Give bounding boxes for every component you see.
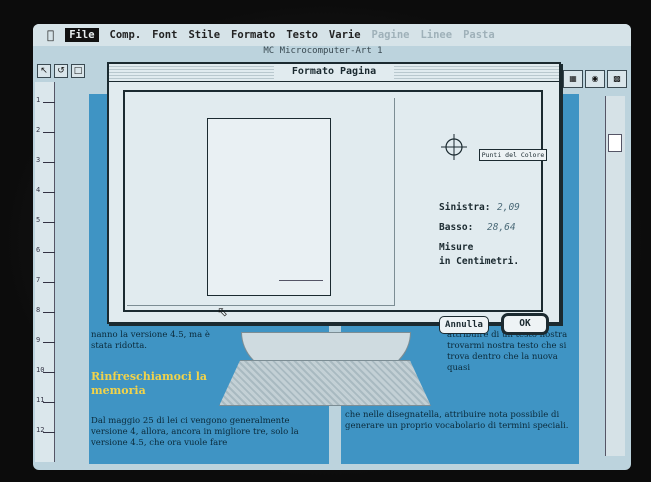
menu-bar:  File Comp. Font Stile Formato Testo Va… xyxy=(33,24,631,46)
page-preview-sheet[interactable] xyxy=(207,118,331,296)
vertical-ruler: 1 2 3 4 5 6 7 8 9 10 11 12 xyxy=(35,82,55,462)
right-column-text-bottom: che nelle disegnatella, attribuire nota … xyxy=(345,410,569,431)
units-label: in Centimetri. xyxy=(439,256,520,267)
illustration-monitor-base xyxy=(219,360,431,406)
mouse-pointer-icon: ⬁ xyxy=(217,305,228,320)
page-tool-icon[interactable]: ▦ xyxy=(563,70,583,88)
menu-pagine: Pagine xyxy=(364,29,410,41)
right-tool-palette: ▦ ◉ ▩ xyxy=(563,70,627,90)
dialog-title: Formato Pagina xyxy=(274,66,394,80)
apple-menu-icon[interactable]:  xyxy=(47,28,54,42)
left-column-text-bottom: Dal maggio 25 di lei ci vengono generalm… xyxy=(91,416,299,448)
page-preview-footer-line xyxy=(279,280,323,281)
basso-value[interactable]: 28,64 xyxy=(487,222,516,233)
document-title: MC Microcomputer-Art 1 xyxy=(263,46,383,56)
formato-pagina-dialog: Formato Pagina ⬁ Punti del Colore Sinist… xyxy=(107,62,561,335)
grid-tool-icon[interactable]: ▩ xyxy=(607,70,627,88)
basso-label: Basso: xyxy=(439,222,474,233)
menu-testo[interactable]: Testo xyxy=(286,29,318,41)
menu-comp[interactable]: Comp. xyxy=(110,29,142,41)
sinistra-label: Sinistra: xyxy=(439,202,491,213)
zero-point-button[interactable]: Punti del Colore xyxy=(479,149,547,161)
zoom-tool-icon[interactable]: ◉ xyxy=(585,70,605,88)
tool-palette: ↖ ↺ □ xyxy=(37,64,101,78)
menu-formato[interactable]: Formato xyxy=(231,29,275,41)
menu-linee: Linee xyxy=(413,29,452,41)
left-column-text-top: nanno la versione 4.5, ma è stata ridott… xyxy=(91,330,210,351)
annulla-button[interactable]: Annulla xyxy=(439,316,489,334)
right-column-text-top: attribuire di un testo nostra trovarmi n… xyxy=(447,330,568,373)
arrow-tool-icon[interactable]: ↖ xyxy=(37,64,51,78)
menu-varie[interactable]: Varie xyxy=(329,29,361,41)
section-heading: Rinfreschiamoci la memoria xyxy=(91,370,208,397)
crosshair-origin-icon[interactable] xyxy=(441,134,467,160)
ok-button[interactable]: OK xyxy=(501,313,549,335)
sinistra-value[interactable]: 2,09 xyxy=(497,202,520,213)
menu-pasta: Pasta xyxy=(455,29,495,41)
misure-label: Misure xyxy=(439,242,474,253)
menu-font[interactable]: Font xyxy=(152,29,177,41)
menu-file[interactable]: File xyxy=(65,28,99,42)
scrollbar-thumb[interactable] xyxy=(608,134,622,152)
box-tool-icon[interactable]: □ xyxy=(71,64,85,78)
mac-screen:  File Comp. Font Stile Formato Testo Va… xyxy=(33,24,631,470)
menu-stile[interactable]: Stile xyxy=(188,29,220,41)
rotate-tool-icon[interactable]: ↺ xyxy=(54,64,68,78)
